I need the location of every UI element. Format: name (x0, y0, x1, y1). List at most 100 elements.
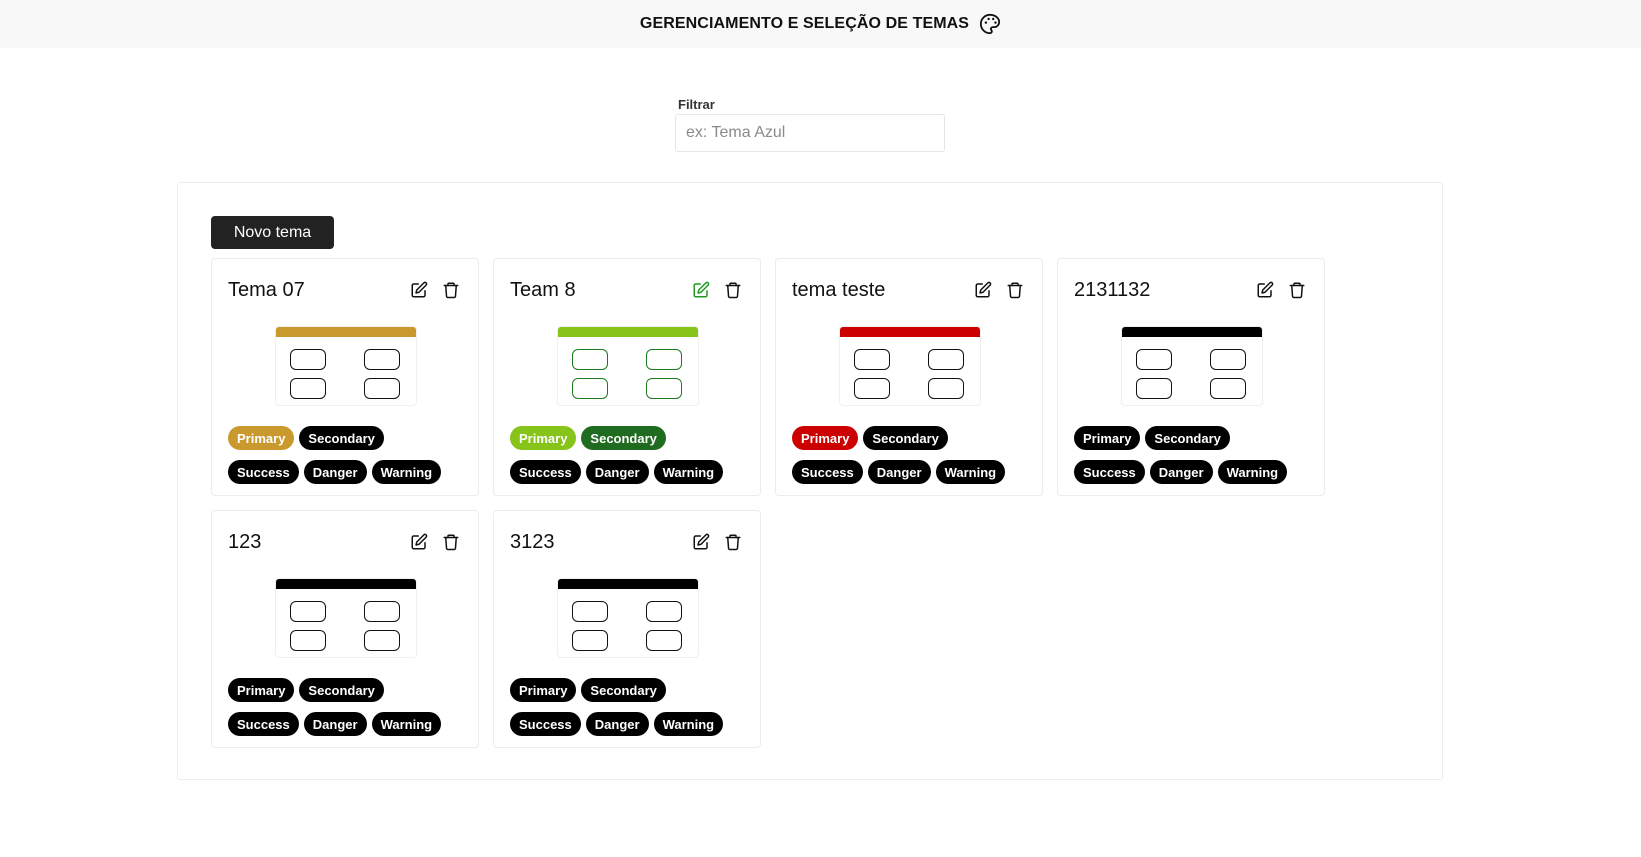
color-badges: Primary Secondary Success Danger Warning (792, 426, 1032, 484)
themes-panel: Novo tema Tema 07 Primary Secondary Succ… (177, 182, 1443, 780)
trash-icon[interactable] (1288, 281, 1306, 299)
badge-primary: Primary (792, 426, 859, 450)
card-actions (974, 281, 1024, 299)
badge-secondary: Secondary (581, 426, 666, 450)
preview-box (854, 349, 890, 370)
preview-box (1136, 378, 1172, 399)
trash-icon[interactable] (724, 281, 742, 299)
preview-box (646, 349, 682, 370)
edit-icon[interactable] (1256, 281, 1274, 299)
badge-primary: Primary (510, 426, 577, 450)
theme-card[interactable]: Tema 07 Primary Secondary Success Danger… (211, 258, 479, 496)
theme-preview (557, 326, 699, 406)
filter-label: Filtrar (678, 97, 715, 112)
preview-box (928, 349, 964, 370)
color-badges: Primary Secondary Success Danger Warning (510, 678, 750, 736)
preview-box (572, 630, 608, 651)
top-bar: GERENCIAMENTO E SELEÇÃO DE TEMAS (0, 0, 1641, 48)
filter-input[interactable] (675, 114, 945, 152)
preview-header-bar (840, 327, 980, 337)
badge-danger: Danger (585, 712, 649, 736)
edit-icon[interactable] (410, 281, 428, 299)
badge-danger: Danger (585, 460, 649, 484)
card-actions (410, 281, 460, 299)
new-theme-button[interactable]: Novo tema (211, 216, 334, 249)
theme-preview (275, 578, 417, 658)
theme-preview (557, 578, 699, 658)
preview-box (1210, 349, 1246, 370)
theme-card[interactable]: 123 Primary Secondary Success Danger War… (211, 510, 479, 748)
theme-name: 2131132 (1074, 279, 1151, 301)
filter-group: Filtrar (675, 97, 945, 152)
badge-success: Success (792, 460, 863, 484)
trash-icon[interactable] (724, 533, 742, 551)
badge-success: Success (228, 712, 299, 736)
badge-success: Success (510, 460, 581, 484)
trash-icon[interactable] (442, 281, 460, 299)
edit-icon[interactable] (974, 281, 992, 299)
theme-name: 3123 (510, 531, 555, 553)
badge-danger: Danger (1149, 460, 1213, 484)
preview-box (854, 378, 890, 399)
theme-preview (839, 326, 981, 406)
edit-icon[interactable] (692, 533, 710, 551)
trash-icon[interactable] (442, 533, 460, 551)
theme-card[interactable]: Team 8 Primary Secondary Success Danger … (493, 258, 761, 496)
preview-box (290, 601, 326, 622)
badge-secondary: Secondary (299, 678, 384, 702)
palette-icon (979, 13, 1001, 35)
badge-danger: Danger (303, 712, 367, 736)
color-badges: Primary Secondary Success Danger Warning (228, 426, 468, 484)
preview-box (364, 378, 400, 399)
theme-card[interactable]: 2131132 Primary Secondary Success Danger… (1057, 258, 1325, 496)
badge-secondary: Secondary (299, 426, 384, 450)
preview-box (364, 601, 400, 622)
theme-card[interactable]: 3123 Primary Secondary Success Danger Wa… (493, 510, 761, 748)
preview-box (364, 349, 400, 370)
color-badges: Primary Secondary Success Danger Warning (1074, 426, 1314, 484)
edit-icon[interactable] (410, 533, 428, 551)
badge-warning: Warning (935, 460, 1006, 484)
theme-preview (1121, 326, 1263, 406)
preview-box (572, 378, 608, 399)
preview-box (928, 378, 964, 399)
badge-warning: Warning (653, 712, 724, 736)
badge-warning: Warning (371, 712, 442, 736)
theme-name: Team 8 (510, 279, 576, 301)
theme-name: 123 (228, 531, 262, 553)
theme-preview (275, 326, 417, 406)
badge-primary: Primary (1074, 426, 1141, 450)
badge-warning: Warning (371, 460, 442, 484)
preview-box (364, 630, 400, 651)
preview-box (646, 630, 682, 651)
preview-header-bar (558, 579, 698, 589)
badge-success: Success (228, 460, 299, 484)
badge-danger: Danger (303, 460, 367, 484)
preview-header-bar (276, 327, 416, 337)
theme-name: tema teste (792, 279, 886, 301)
preview-header-bar (1122, 327, 1262, 337)
preview-header-bar (276, 579, 416, 589)
card-actions (410, 533, 460, 551)
badge-danger: Danger (867, 460, 931, 484)
preview-box (646, 378, 682, 399)
badge-success: Success (1074, 460, 1145, 484)
card-actions (692, 281, 742, 299)
preview-box (290, 378, 326, 399)
card-actions (1256, 281, 1306, 299)
color-badges: Primary Secondary Success Danger Warning (510, 426, 750, 484)
badge-primary: Primary (510, 678, 577, 702)
color-badges: Primary Secondary Success Danger Warning (228, 678, 468, 736)
theme-card[interactable]: tema teste Primary Secondary Success Dan… (775, 258, 1043, 496)
edit-icon[interactable] (692, 281, 710, 299)
badge-warning: Warning (1217, 460, 1288, 484)
badge-success: Success (510, 712, 581, 736)
preview-header-bar (558, 327, 698, 337)
trash-icon[interactable] (1006, 281, 1024, 299)
preview-box (1210, 378, 1246, 399)
page-title: GERENCIAMENTO E SELEÇÃO DE TEMAS (639, 15, 970, 32)
badge-primary: Primary (228, 426, 295, 450)
badge-secondary: Secondary (863, 426, 948, 450)
badge-secondary: Secondary (1145, 426, 1230, 450)
card-actions (692, 533, 742, 551)
